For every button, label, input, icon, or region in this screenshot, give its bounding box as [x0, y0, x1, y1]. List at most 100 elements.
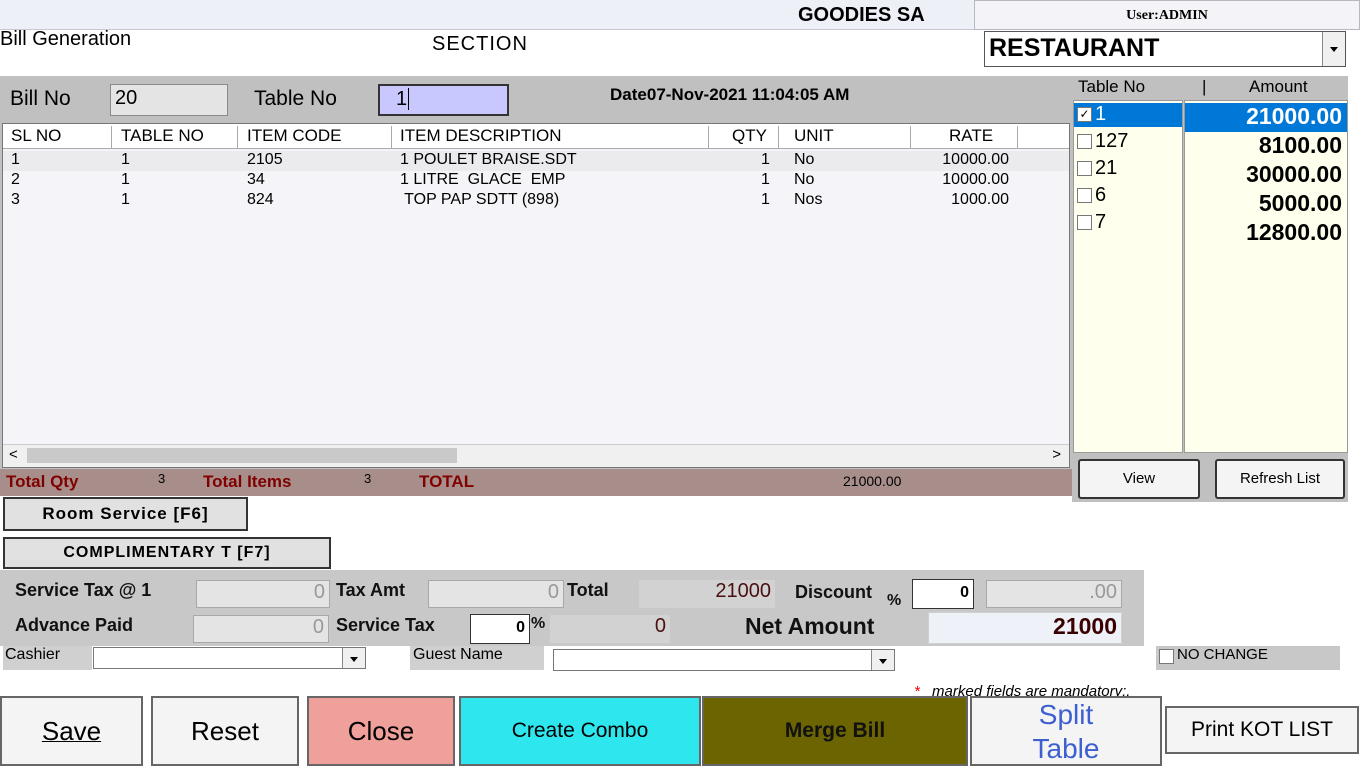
- amount-list-item[interactable]: 8100.00: [1185, 132, 1347, 161]
- table-list-item[interactable]: 127: [1074, 130, 1182, 154]
- section-select[interactable]: RESTAURANT: [984, 31, 1346, 67]
- table-list-item[interactable]: 7: [1074, 211, 1182, 235]
- amount-list-item[interactable]: 30000.00: [1185, 161, 1347, 190]
- total-qty-value: 3: [158, 471, 166, 486]
- cell-qty: 1: [761, 191, 770, 208]
- horizontal-scrollbar[interactable]: < >: [3, 444, 1069, 467]
- discount-amt-field[interactable]: .00: [986, 580, 1122, 608]
- tax-panel: Service Tax @ 1 0 Tax Amt 0 Total 21000 …: [0, 570, 1144, 646]
- cashier-select[interactable]: [93, 647, 366, 669]
- total-label: TOTAL: [419, 472, 475, 491]
- checkbox-icon[interactable]: [1077, 161, 1092, 177]
- guest-name-label: Guest Name: [410, 646, 544, 670]
- tables-col-table-no: Table No: [1078, 77, 1146, 96]
- total-value: 21000.00: [843, 473, 902, 489]
- table-row[interactable]: 2 1 34 1 LITRE GLACE EMP 1 No 10000.00: [3, 171, 1069, 191]
- amount-list-item[interactable]: 5000.00: [1185, 190, 1347, 219]
- cell-unit: No: [794, 151, 815, 168]
- scroll-right-icon[interactable]: >: [1052, 446, 1061, 463]
- tax-amt-field[interactable]: 0: [428, 580, 564, 608]
- bill-no-label: Bill No: [10, 87, 71, 110]
- view-button[interactable]: View: [1078, 459, 1200, 499]
- checkbox-icon[interactable]: [1077, 134, 1092, 150]
- app-title: GOODIES SA: [798, 4, 925, 26]
- cell-item-description: 1 POULET BRAISE.SDT: [400, 151, 577, 168]
- total-items-value: 3: [364, 471, 372, 486]
- amount-list[interactable]: 21000.00 8100.00 30000.00 5000.00 12800.…: [1184, 100, 1348, 453]
- cell-item-code: 34: [247, 171, 265, 188]
- cell-table-no: 1: [121, 171, 130, 188]
- amount-list-item[interactable]: 12800.00: [1185, 219, 1347, 248]
- table-row[interactable]: 1 1 2105 1 POULET BRAISE.SDT 1 No 10000.…: [3, 151, 1069, 171]
- date-value: 07-Nov-2021 11:04:05 AM: [646, 85, 850, 104]
- discount-pct-sign: %: [887, 592, 902, 609]
- table-no-input[interactable]: 1: [378, 84, 509, 116]
- bill-items-grid[interactable]: SL NO TABLE NO ITEM CODE ITEM DESCRIPTIO…: [2, 123, 1070, 468]
- no-change-checkbox[interactable]: NO CHANGE: [1156, 646, 1340, 670]
- cell-item-description: TOP PAP SDTT (898): [400, 191, 560, 208]
- cell-unit: No: [794, 171, 815, 188]
- total-items-label: Total Items: [203, 472, 292, 491]
- checkbox-icon[interactable]: [1077, 215, 1092, 231]
- service-tax2-pct-field[interactable]: 0: [470, 614, 530, 644]
- service-tax2-amt-field[interactable]: 0: [550, 615, 670, 643]
- column-header-table-no[interactable]: TABLE NO: [121, 126, 238, 148]
- advance-paid-label: Advance Paid: [15, 615, 134, 635]
- column-header-sl-no[interactable]: SL NO: [11, 126, 112, 148]
- chevron-down-icon[interactable]: [871, 650, 894, 670]
- advance-paid-field[interactable]: 0: [193, 615, 329, 643]
- cell-item-code: 824: [247, 191, 274, 208]
- create-combo-button[interactable]: Create Combo: [459, 696, 701, 766]
- total-label: Total: [567, 580, 609, 600]
- cell-table-no: 1: [121, 151, 130, 168]
- chevron-down-icon[interactable]: [1322, 32, 1345, 66]
- column-header-item-code[interactable]: ITEM CODE: [247, 126, 392, 148]
- tax-amt-label: Tax Amt: [336, 580, 406, 600]
- tables-panel: Table No | Amount ✓ 1 127 21 6 7 21000.00…: [1072, 76, 1348, 502]
- room-service-button[interactable]: Room Service [F6]: [3, 497, 248, 531]
- discount-pct-field[interactable]: 0: [912, 579, 974, 609]
- table-list-item[interactable]: ✓ 1: [1074, 103, 1182, 127]
- service-tax-label: Service Tax @ 1: [15, 580, 152, 600]
- cell-qty: 1: [761, 151, 770, 168]
- service-tax-field[interactable]: 0: [196, 580, 330, 608]
- tables-col-sep: |: [1202, 77, 1207, 96]
- refresh-list-button[interactable]: Refresh List: [1215, 459, 1345, 499]
- checkbox-icon[interactable]: [1159, 649, 1174, 665]
- scroll-left-icon[interactable]: <: [9, 446, 18, 463]
- chevron-down-icon[interactable]: [342, 648, 365, 668]
- form-title: Bill Generation: [0, 28, 132, 50]
- guest-name-select[interactable]: [553, 649, 895, 671]
- close-button[interactable]: Close: [307, 696, 455, 766]
- table-list[interactable]: ✓ 1 127 21 6 7: [1073, 100, 1183, 453]
- column-header-rate[interactable]: RATE: [949, 126, 1018, 148]
- table-no-label: Table No: [254, 87, 337, 110]
- print-kot-list-button[interactable]: Print KOT LIST: [1165, 706, 1359, 754]
- net-amount-field[interactable]: 21000: [928, 612, 1122, 644]
- amount-list-item[interactable]: 21000.00: [1185, 103, 1347, 132]
- checkbox-checked-icon[interactable]: ✓: [1077, 107, 1092, 123]
- bill-no-field[interactable]: 20: [110, 84, 228, 116]
- table-list-item[interactable]: 6: [1074, 184, 1182, 208]
- column-header-qty[interactable]: QTY: [732, 126, 779, 148]
- complimentary-button[interactable]: COMPLIMENTARY T [F7]: [3, 537, 331, 569]
- cell-qty: 1: [761, 171, 770, 188]
- date-label: Date07-Nov-2021 11:04:05 AM: [610, 85, 850, 104]
- tables-col-amount: Amount: [1249, 77, 1308, 96]
- save-button[interactable]: Save: [0, 696, 143, 766]
- checkbox-icon[interactable]: [1077, 188, 1092, 204]
- section-value: RESTAURANT: [989, 34, 1160, 62]
- total-field[interactable]: 21000: [639, 580, 775, 608]
- scrollbar-thumb[interactable]: [27, 448, 457, 463]
- table-row[interactable]: 3 1 824 TOP PAP SDTT (898) 1 Nos 1000.00: [3, 191, 1069, 211]
- table-list-item[interactable]: 21: [1074, 157, 1182, 181]
- merge-bill-button[interactable]: Merge Bill: [702, 696, 968, 766]
- cell-item-description: 1 LITRE GLACE EMP: [400, 171, 566, 188]
- user-label: User:ADMIN: [974, 0, 1360, 30]
- column-header-item-description[interactable]: ITEM DESCRIPTION: [400, 126, 709, 148]
- column-header-unit[interactable]: UNIT: [794, 126, 911, 148]
- no-change-label: NO CHANGE: [1177, 646, 1268, 663]
- reset-button[interactable]: Reset: [151, 696, 299, 766]
- grid-header: SL NO TABLE NO ITEM CODE ITEM DESCRIPTIO…: [3, 124, 1069, 149]
- split-table-button[interactable]: Split Table: [970, 696, 1162, 766]
